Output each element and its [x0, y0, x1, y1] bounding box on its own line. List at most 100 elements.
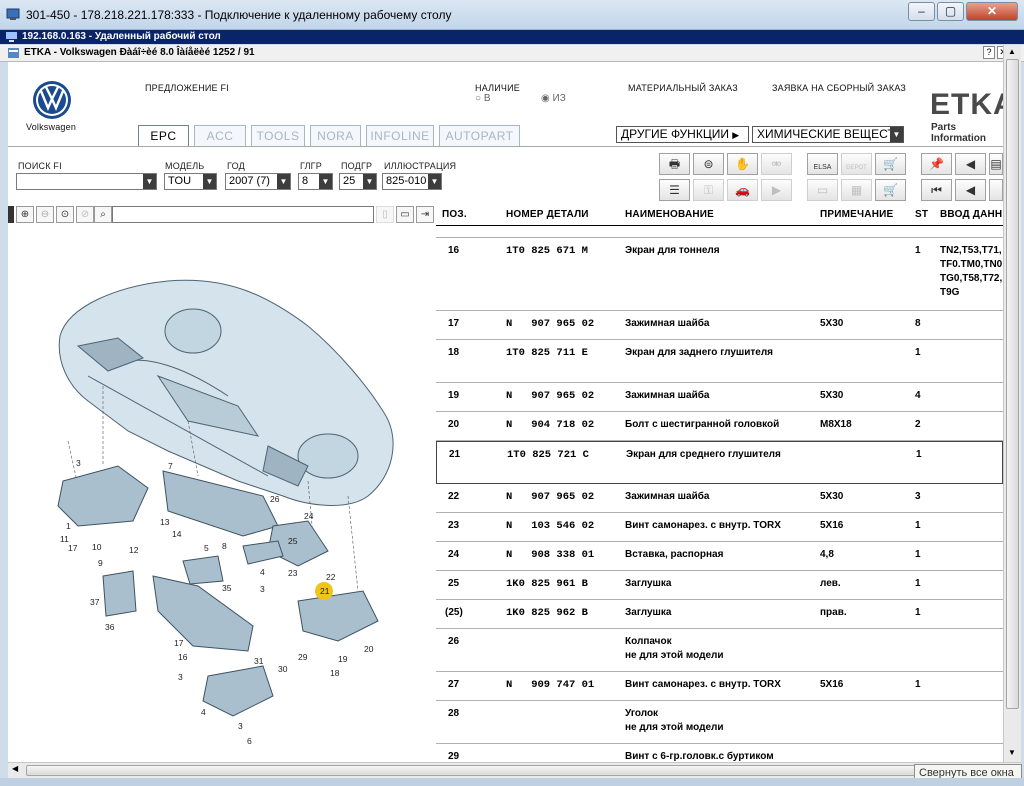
cell-name: Винт самонарез. с внутр. TORX: [625, 679, 781, 690]
year-select[interactable]: 2007 (7) ▼: [225, 173, 291, 190]
play-icon[interactable]: ▶: [761, 179, 792, 201]
cell-part-number: 1T0 825 711 E: [506, 347, 588, 359]
prev-page-icon[interactable]: ◀: [955, 179, 986, 201]
elsa-icon[interactable]: ELSA: [807, 153, 838, 175]
chemicals-dropdown[interactable]: ХИМИЧЕСКИЕ ВЕЩЕСТВА ▼: [752, 126, 904, 143]
table-row[interactable]: 18 1T0 825 711 E Экран для заднего глуши…: [436, 340, 1003, 383]
glgr-value: 8: [302, 175, 309, 187]
year-label: ГОД: [227, 161, 245, 171]
tab-autopart[interactable]: AUTOPART: [439, 125, 520, 146]
horizontal-scroll-thumb[interactable]: [26, 765, 966, 776]
table-row-selected[interactable]: 21 1T0 825 721 C Экран для среднего глуш…: [436, 441, 1003, 484]
table-row[interactable]: 23 N 103 546 02 Винт самонарез. с внутр.…: [436, 513, 1003, 542]
depot-icon[interactable]: DEPOT: [841, 153, 872, 175]
table-row[interactable]: 26 Колпачок не для этой модели: [436, 629, 1003, 672]
zoom-in-icon[interactable]: ⊕: [16, 206, 34, 223]
model-value: TOU: [168, 175, 192, 187]
tab-tools[interactable]: TOOLS: [251, 125, 305, 146]
scroll-up-icon[interactable]: ▲: [1008, 47, 1016, 56]
tab-infoline[interactable]: INFOLINE: [366, 125, 434, 146]
tab-acc[interactable]: ACC: [194, 125, 246, 146]
maximize-button[interactable]: ▢: [937, 2, 964, 21]
chevron-down-icon: ▼: [363, 174, 376, 189]
table-row[interactable]: 17 N 907 965 02 Зажимная шайба 5X30 8: [436, 311, 1003, 340]
table-row[interactable]: 25 1K0 825 961 B Заглушка лев. 1: [436, 571, 1003, 600]
podgr-select[interactable]: 25 ▼: [339, 173, 377, 190]
glgr-select[interactable]: 8 ▼: [298, 173, 333, 190]
split-view-icon[interactable]: ▯: [376, 206, 394, 223]
search-fi-input[interactable]: ▼: [16, 173, 157, 190]
computer-icon: [6, 32, 17, 42]
layout-icon[interactable]: ▭: [396, 206, 414, 223]
table-row[interactable]: 19 N 907 965 02 Зажимная шайба 5X30 4: [436, 383, 1003, 412]
other-functions-button[interactable]: ДРУГИЕ ФУНКЦИИ ▶: [616, 126, 749, 143]
horizontal-scrollbar[interactable]: ◀: [8, 762, 1021, 778]
window-menu-icon[interactable]: [8, 48, 19, 58]
expand-icon[interactable]: ⇥: [416, 206, 434, 223]
car-icon[interactable]: 🚗: [727, 179, 758, 201]
pointer-icon[interactable]: [8, 206, 14, 223]
link-icon[interactable]: ⚮: [761, 153, 792, 175]
tab-infoline-label: INFOLINE: [370, 129, 430, 143]
calc-icon[interactable]: ▦: [841, 179, 872, 201]
scale-icon[interactable]: ⊜: [693, 153, 724, 175]
minimize-button[interactable]: –: [908, 2, 935, 21]
tab-epc[interactable]: EPC: [138, 125, 189, 147]
depot-label: DEPOT: [846, 165, 867, 171]
assembly-order-link[interactable]: ЗАЯВКА НА СБОРНЫЙ ЗАКАЗ: [772, 83, 906, 93]
callout: 3: [238, 721, 243, 731]
radio-in[interactable]: ○ В: [475, 93, 491, 104]
cell-st: 1: [915, 245, 921, 256]
page-icon[interactable]: ▤: [989, 153, 1003, 175]
cart-add-icon[interactable]: 🛒: [875, 153, 906, 175]
cell-note: 5X16: [820, 679, 844, 690]
search-icon[interactable]: ⌕: [94, 206, 112, 223]
tab-nora[interactable]: NORA: [310, 125, 361, 146]
help-button[interactable]: ?: [983, 46, 995, 59]
glgr-label: ГЛГР: [300, 161, 322, 171]
cart-icon[interactable]: 🛒: [875, 179, 906, 201]
scroll-left-icon[interactable]: ◀: [12, 764, 18, 773]
zoom-reset-icon[interactable]: ⊘: [76, 206, 94, 223]
etka-window-title: ETKA - Volkswagen Ðàáî÷èé 8.0 Îàíåëèé 12…: [24, 47, 255, 58]
material-order-link[interactable]: МАТЕРИАЛЬНЫЙ ЗАКАЗ: [628, 83, 738, 93]
cell-pos: 16: [448, 245, 460, 256]
cell-name: Винт с 6-гр.головк.с буртиком: [625, 751, 774, 762]
callout: 9: [98, 558, 103, 568]
vertical-scrollbar[interactable]: ▲ ▼: [1003, 45, 1021, 762]
table-row[interactable]: (25) 1K0 825 962 B Заглушка прав. 1: [436, 600, 1003, 629]
print-icon[interactable]: 🖶: [659, 153, 690, 175]
table-row[interactable]: 16 1T0 825 671 M Экран для тоннеля 1 TN2…: [436, 238, 1003, 311]
radio-from[interactable]: ◉ ИЗ: [541, 93, 566, 104]
vertical-scroll-thumb[interactable]: [1006, 59, 1019, 709]
handshake-icon[interactable]: ✋: [727, 153, 758, 175]
illustration-search-field[interactable]: [112, 206, 374, 223]
next-page-icon[interactable]: [989, 179, 1003, 201]
list-icon[interactable]: ☰: [659, 179, 690, 201]
first-page-icon[interactable]: ⏮: [921, 179, 952, 201]
model-select[interactable]: TOU ▼: [164, 173, 217, 190]
illustration-select[interactable]: 825-010 ▼: [382, 173, 442, 190]
cell-name: Экран для среднего глушителя: [626, 449, 781, 460]
parts-table-header: ПОЗ. НОМЕР ДЕТАЛИ НАИМЕНОВАНИЕ ПРИМЕЧАНИ…: [436, 204, 1019, 226]
cell-name-note: не для этой модели: [625, 722, 724, 733]
key-icon[interactable]: ⚿: [693, 179, 724, 201]
table-row[interactable]: 24 N 908 338 01 Вставка, распорная 4,8 1: [436, 542, 1003, 571]
table-row[interactable]: 22 N 907 965 02 Зажимная шайба 5X30 3: [436, 484, 1003, 513]
cell-input: T9G: [940, 287, 960, 298]
table-row[interactable]: 27 N 909 747 01 Винт самонарез. с внутр.…: [436, 672, 1003, 701]
back-page-icon[interactable]: ◀: [955, 153, 986, 175]
document-icon[interactable]: ▭: [807, 179, 838, 201]
close-button[interactable]: ✕: [966, 2, 1018, 21]
table-row[interactable]: 28 Уголок не для этой модели: [436, 701, 1003, 744]
zoom-fit-icon[interactable]: ⊙: [56, 206, 74, 223]
table-row[interactable]: 20 N 904 718 02 Болт с шестигранной голо…: [436, 412, 1003, 441]
cell-input: TN2,T53,T71,: [940, 245, 1002, 256]
zoom-out-icon[interactable]: ⊖: [36, 206, 54, 223]
callout: 3: [260, 584, 265, 594]
scroll-down-icon[interactable]: ▼: [1008, 748, 1016, 757]
table-row[interactable]: 29 Винт с 6-гр.головк.с буртиком: [436, 744, 1003, 762]
pin-icon[interactable]: 📌: [921, 153, 952, 175]
callout: 18: [330, 668, 340, 678]
table-row[interactable]: [436, 226, 1003, 238]
